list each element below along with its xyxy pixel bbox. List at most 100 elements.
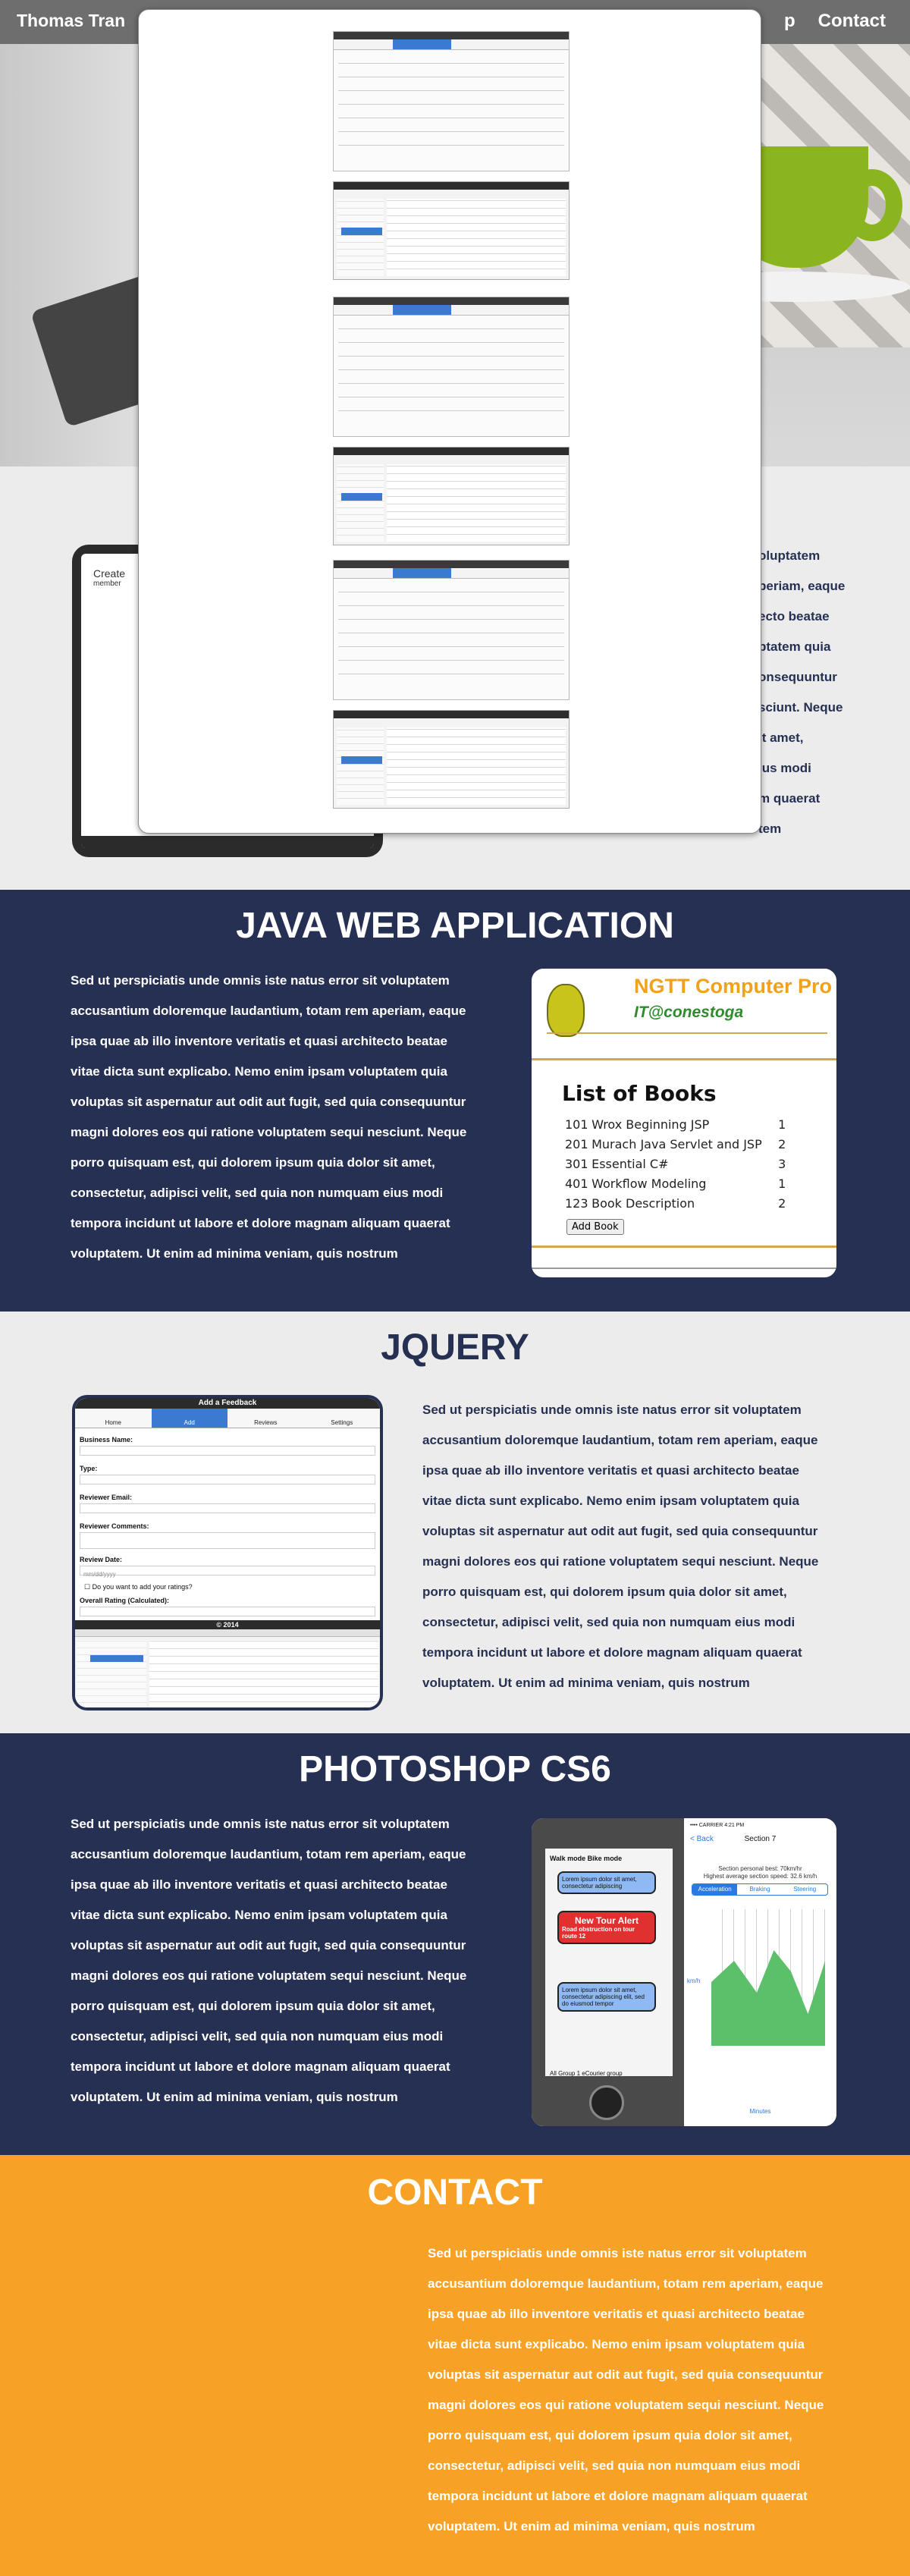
- reviewer-email-input[interactable]: [80, 1503, 375, 1513]
- photoshop-mockup-screenshot[interactable]: Walk mode Bike mode Lorem ipsum dolor si…: [529, 1815, 839, 2129]
- modal-form-line: [338, 68, 564, 77]
- paragraph-line: porro quisquam est, qui dolorem ipsum qu…: [422, 1585, 787, 1599]
- phone-create-title: Create: [93, 567, 126, 580]
- paragraph-line: consectetur, adipisci velit, sed quia no…: [71, 1186, 444, 1200]
- ios-status-bar: •••• CARRIER 4:21 PM: [690, 1823, 745, 1828]
- modal-devtools-grid: [387, 727, 566, 805]
- about-line: ptatem quia: [758, 639, 831, 654]
- business-name-input[interactable]: [80, 1446, 375, 1456]
- paragraph-line: tempora incidunt ut labore et dolore mag…: [428, 2489, 808, 2503]
- tab-home[interactable]: Home: [75, 1409, 152, 1428]
- section-title-java: JAVA WEB APPLICATION: [236, 906, 674, 946]
- devtools-panel: [75, 1629, 380, 1707]
- add-book-button[interactable]: Add Book: [566, 1219, 624, 1235]
- paragraph-line: accusantium doloremque laudantium, totam…: [71, 1004, 466, 1018]
- modal-form-tabs: [334, 39, 569, 50]
- section-title-contact: CONTACT: [367, 2172, 543, 2213]
- modal-form-tabs: [334, 305, 569, 316]
- book-title: Workflow Modeling: [592, 1176, 707, 1191]
- tab-settings[interactable]: Settings: [303, 1409, 380, 1428]
- segment-steering: Steering: [793, 1886, 817, 1893]
- modal-form-titlebar: [334, 561, 569, 568]
- paragraph-line: magni dolores eos qui ratione voluptatem…: [428, 2398, 824, 2412]
- modal-screenshot[interactable]: [333, 31, 570, 280]
- modal-screenshot[interactable]: [333, 297, 570, 545]
- segmented-control: Acceleration Braking Steering: [692, 1883, 828, 1896]
- reviewer-comments-input[interactable]: [80, 1532, 375, 1549]
- paragraph-line: voluptas sit aspernatur aut odit aut fug…: [71, 1938, 466, 1952]
- modal-form-preview: [333, 297, 570, 437]
- modal-devtools-bar: [334, 711, 569, 718]
- book-title: Wrox Beginning JSP: [592, 1117, 710, 1132]
- modal-form-line: [338, 375, 564, 384]
- jsp-brand-title: NGTT Computer Pro: [634, 975, 832, 997]
- section-label: Section 7: [744, 1835, 777, 1843]
- review-date-label: Review Date:: [80, 1556, 123, 1563]
- segment-acceleration: Acceleration: [692, 1884, 738, 1895]
- feedback-title: Add a Feedback: [75, 1398, 380, 1409]
- tour-alert-bubble: New Tour Alert Road obstruction on tour …: [557, 1911, 656, 1944]
- about-line: it amet,: [758, 730, 804, 745]
- brand-logo[interactable]: Thomas Tran: [17, 11, 125, 31]
- modal-form-line: [338, 347, 564, 357]
- type-label: Type:: [80, 1465, 98, 1472]
- ratings-checkbox-label: Do you want to add your ratings?: [92, 1583, 193, 1591]
- modal-form-line: [338, 638, 564, 647]
- section-title-jquery: JQUERY: [381, 1327, 529, 1368]
- modal-devtools-bar: [334, 182, 569, 190]
- divider: [532, 1246, 836, 1248]
- modal-devtools-bar: [334, 448, 569, 455]
- java-app-screenshot[interactable]: NGTT Computer Pro IT@conestoga List of B…: [529, 966, 839, 1280]
- modal-form-line: [338, 665, 564, 674]
- modal-screenshot[interactable]: [333, 560, 570, 809]
- tour-alert-body: Road obstruction on tour route 12: [562, 1926, 635, 1940]
- jsp-header: NGTT Computer Pro IT@conestoga: [532, 969, 836, 1045]
- paragraph-line: magni dolores eos qui ratione voluptatem…: [71, 1968, 467, 1983]
- books-list-title: List of Books: [562, 1081, 717, 1106]
- tour-alert-title: New Tour Alert: [574, 1915, 639, 1926]
- overall-rating-input: [80, 1607, 375, 1616]
- review-date-placeholder: mm/dd/yyyy: [83, 1571, 116, 1578]
- phone-footer-bar: [81, 836, 374, 848]
- modal-form-line: [338, 583, 564, 592]
- modal-form-preview: [333, 560, 570, 700]
- tab-add[interactable]: Add: [151, 1409, 228, 1428]
- modal-devtools-selection: [341, 756, 382, 764]
- ratings-checkbox[interactable]: ☐ Do you want to add your ratings?: [84, 1583, 193, 1591]
- chart-x-label: Minutes: [749, 2108, 771, 2115]
- modal-devtools-tree: [337, 727, 384, 805]
- phone-mockup-right: •••• CARRIER 4:21 PM < Back Section 7 Se…: [684, 1818, 836, 2126]
- business-name-label: Business Name:: [80, 1436, 133, 1444]
- modal-form-line: [338, 123, 564, 132]
- review-date-input[interactable]: mm/dd/yyyy: [80, 1566, 375, 1578]
- book-id: 123: [565, 1196, 588, 1211]
- modal-devtools-preview: [333, 447, 570, 545]
- modal-form-line: [338, 624, 564, 633]
- paragraph-line: tempora incidunt ut labore et dolore mag…: [71, 1216, 450, 1230]
- paragraph-line: tempora incidunt ut labore et dolore mag…: [71, 2059, 450, 2074]
- type-select[interactable]: [80, 1475, 375, 1484]
- reviewer-email-label: Reviewer Email:: [80, 1494, 133, 1501]
- modal-form-line: [338, 361, 564, 370]
- modal-form-tabs: [334, 568, 569, 579]
- paragraph-line: Sed ut perspiciatis unde omnis iste natu…: [71, 973, 450, 988]
- nav-link-partial[interactable]: p: [784, 11, 795, 32]
- home-button-icon: [589, 2085, 624, 2120]
- modal-form-titlebar: [334, 297, 569, 305]
- book-title: Murach Java Servlet and JSP: [592, 1137, 762, 1151]
- divider: [532, 1268, 836, 1269]
- tab-reviews[interactable]: Reviews: [228, 1409, 304, 1428]
- modal-form-line: [338, 109, 564, 118]
- paragraph-line: accusantium doloremque laudantium, totam…: [71, 1847, 466, 1861]
- nav-link-contact[interactable]: Contact: [818, 11, 886, 32]
- hero-cup-handle: [842, 169, 902, 241]
- book-title: Book Description: [592, 1196, 695, 1211]
- paragraph-line: voluptas sit aspernatur aut odit aut fug…: [422, 1524, 818, 1538]
- corn-mascot-icon: [547, 984, 585, 1037]
- book-id: 401: [565, 1176, 588, 1191]
- image-modal[interactable]: [138, 9, 761, 834]
- jquery-app-screenshot[interactable]: Add a Feedback Home Add Reviews Settings…: [72, 1395, 383, 1711]
- paragraph-line: porro quisquam est, qui dolorem ipsum qu…: [428, 2428, 792, 2442]
- about-line: ius modi: [758, 761, 811, 775]
- phone-mockup-screen: Walk mode Bike mode Lorem ipsum dolor si…: [545, 1849, 673, 2077]
